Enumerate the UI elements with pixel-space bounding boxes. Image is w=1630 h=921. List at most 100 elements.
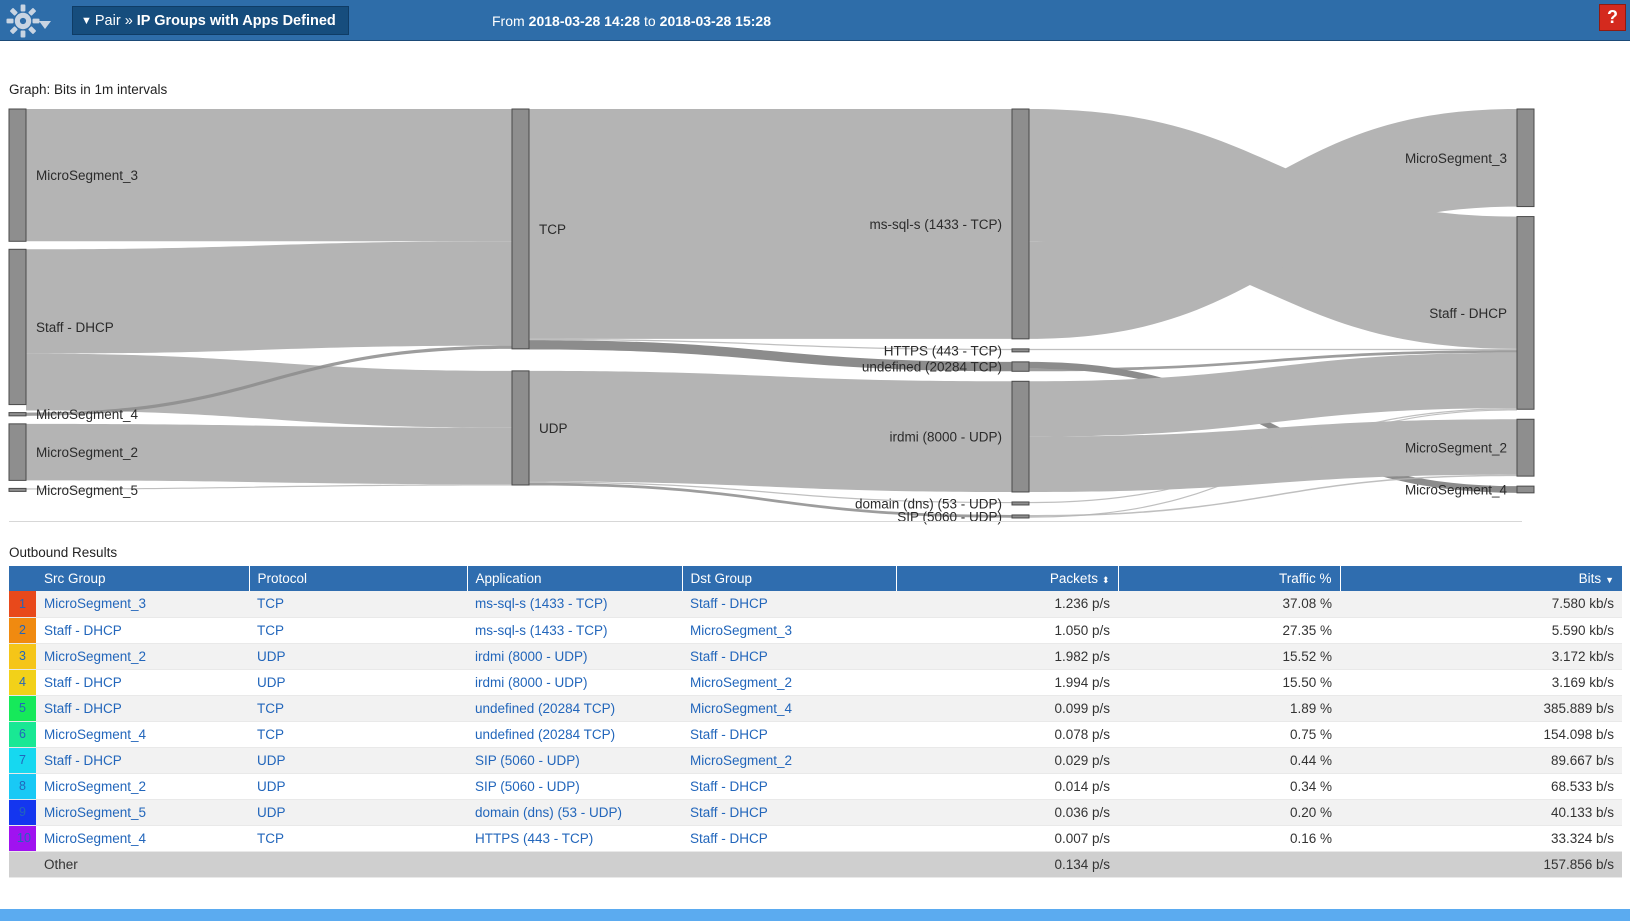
dst-group-cell[interactable]: Staff - DHCP (682, 721, 896, 748)
sankey-node[interactable] (1011, 501, 1030, 506)
sort-both-icon[interactable]: ⬍ (1102, 576, 1110, 585)
sankey-node[interactable] (1516, 216, 1535, 410)
column-header-dst-group[interactable]: Dst Group (682, 566, 897, 591)
sankey-node[interactable] (8, 487, 27, 492)
protocol-cell[interactable]: UDP (249, 643, 467, 670)
table-row[interactable]: 5 Staff - DHCP TCP undefined (20284 TCP) Mic… (9, 695, 1622, 722)
sankey-node[interactable] (1011, 348, 1030, 353)
application-cell[interactable]: undefined (20284 TCP) (467, 695, 682, 722)
breadcrumb-caret-icon[interactable]: ▼ (81, 15, 92, 27)
dst-group-cell[interactable]: Staff - DHCP (682, 773, 896, 800)
breadcrumb[interactable]: ▼ Pair » IP Groups with Apps Defined (72, 6, 349, 35)
app-header: ▼ Pair » IP Groups with Apps Defined Fro… (0, 0, 1630, 41)
table-row[interactable]: 2 Staff - DHCP TCP ms-sql-s (1433 - TCP) Mic… (9, 617, 1622, 644)
horizontal-scrollbar[interactable] (0, 909, 1630, 921)
src-group-cell[interactable]: Staff - DHCP (36, 617, 249, 644)
table-row[interactable]: 8 MicroSegment_2 UDP SIP (5060 - UDP) Staff … (9, 773, 1622, 800)
help-button[interactable]: ? (1599, 4, 1626, 31)
sankey-node[interactable] (8, 423, 27, 481)
protocol-cell[interactable]: TCP (249, 617, 467, 644)
protocol-cell[interactable]: TCP (249, 825, 467, 852)
sankey-node-label: UDP (539, 421, 568, 436)
column-header-src-group[interactable]: Src Group (36, 566, 250, 591)
other-row-value: 0.134 p/s (896, 851, 1118, 878)
gear-icon[interactable] (6, 4, 40, 38)
src-group-cell[interactable]: MicroSegment_5 (36, 799, 249, 826)
packets-cell: 1.050 p/s (896, 617, 1118, 644)
dst-group-cell[interactable]: MicroSegment_3 (682, 617, 896, 644)
protocol-cell[interactable]: UDP (249, 773, 467, 800)
application-cell[interactable]: ms-sql-s (1433 - TCP) (467, 591, 682, 618)
breadcrumb-root[interactable]: Pair (95, 13, 121, 29)
sankey-link[interactable] (1029, 348, 1517, 351)
sankey-node[interactable] (8, 412, 27, 417)
application-cell[interactable]: ms-sql-s (1433 - TCP) (467, 617, 682, 644)
settings-menu-button[interactable] (6, 3, 62, 39)
src-group-cell[interactable]: MicroSegment_2 (36, 773, 249, 800)
column-header-packets[interactable]: Packets ⬍ (896, 566, 1119, 591)
src-group-cell[interactable]: Staff - DHCP (36, 669, 249, 696)
table-row[interactable]: 9 MicroSegment_5 UDP domain (dns) (53 - UDP… (9, 799, 1622, 826)
src-group-cell[interactable]: Staff - DHCP (36, 747, 249, 774)
protocol-cell[interactable]: TCP (249, 695, 467, 722)
application-cell[interactable]: SIP (5060 - UDP) (467, 747, 682, 774)
column-header-protocol[interactable]: Protocol (249, 566, 468, 591)
dst-group-cell[interactable]: Staff - DHCP (682, 591, 896, 618)
table-row[interactable]: 3 MicroSegment_2 UDP irdmi (8000 - UDP) Staf… (9, 643, 1622, 670)
application-cell[interactable]: undefined (20284 TCP) (467, 721, 682, 748)
protocol-cell[interactable]: UDP (249, 669, 467, 696)
table-row[interactable]: 10 MicroSegment_4 TCP HTTPS (443 - TCP) Staf… (9, 825, 1622, 852)
chevron-down-icon[interactable] (38, 20, 52, 30)
time-range-from-value[interactable]: 2018-03-28 14:28 (529, 13, 640, 29)
time-range-display[interactable]: From 2018-03-28 14:28 to 2018-03-28 15:2… (492, 0, 771, 41)
table-row[interactable]: 4 Staff - DHCP UDP irdmi (8000 - UDP) MicroS… (9, 669, 1622, 696)
time-range-to-value[interactable]: 2018-03-28 15:28 (660, 13, 771, 29)
sankey-node[interactable] (1516, 485, 1535, 494)
dst-group-cell[interactable]: Staff - DHCP (682, 643, 896, 670)
protocol-cell[interactable]: TCP (249, 721, 467, 748)
src-group-cell[interactable]: MicroSegment_2 (36, 643, 249, 670)
sankey-node-label: TCP (539, 222, 566, 237)
table-row[interactable]: 1 MicroSegment_3 TCP ms-sql-s (1433 - TCP) S… (9, 591, 1622, 618)
sankey-node[interactable] (511, 108, 530, 350)
traffic-percent-cell: 27.35 % (1118, 617, 1340, 644)
packets-cell: 0.029 p/s (896, 747, 1118, 774)
sankey-node[interactable] (511, 370, 530, 486)
dst-group-cell[interactable]: Staff - DHCP (682, 799, 896, 826)
table-row[interactable]: 7 Staff - DHCP UDP SIP (5060 - UDP) MicroSeg… (9, 747, 1622, 774)
protocol-cell[interactable]: UDP (249, 747, 467, 774)
traffic-percent-cell: 0.75 % (1118, 721, 1340, 748)
sankey-node[interactable] (8, 248, 27, 406)
application-cell[interactable]: SIP (5060 - UDP) (467, 773, 682, 800)
column-header-application[interactable]: Application (467, 566, 683, 591)
sankey-node[interactable] (1516, 108, 1535, 208)
protocol-cell[interactable]: UDP (249, 799, 467, 826)
column-header-bits[interactable]: Bits ▼ (1340, 566, 1622, 591)
column-header-traffic[interactable]: Traffic % (1118, 566, 1341, 591)
protocol-cell[interactable]: TCP (249, 591, 467, 618)
sankey-node[interactable] (8, 108, 27, 242)
dst-group-cell[interactable]: MicroSegment_2 (682, 669, 896, 696)
sankey-diagram[interactable]: MicroSegment_3 Staff - DHCP MicroSegment_4… (0, 105, 1630, 525)
sankey-node[interactable] (1516, 418, 1535, 477)
dst-group-cell[interactable]: MicroSegment_2 (682, 747, 896, 774)
sankey-node[interactable] (1011, 514, 1030, 519)
application-cell[interactable]: HTTPS (443 - TCP) (467, 825, 682, 852)
src-group-cell[interactable]: MicroSegment_4 (36, 721, 249, 748)
table-row[interactable]: 6 MicroSegment_4 TCP undefined (20284 TCP) S… (9, 721, 1622, 748)
application-cell[interactable]: irdmi (8000 - UDP) (467, 669, 682, 696)
breadcrumb-leaf[interactable]: IP Groups with Apps Defined (137, 13, 336, 29)
sankey-node[interactable] (1011, 108, 1030, 340)
sort-desc-icon[interactable]: ▼ (1605, 576, 1614, 585)
sankey-node[interactable] (1011, 361, 1030, 372)
src-group-cell[interactable]: MicroSegment_3 (36, 591, 249, 618)
sankey-link[interactable] (26, 241, 512, 354)
dst-group-cell[interactable]: Staff - DHCP (682, 825, 896, 852)
application-cell[interactable]: domain (dns) (53 - UDP) (467, 799, 682, 826)
dst-group-cell[interactable]: MicroSegment_4 (682, 695, 896, 722)
sankey-node[interactable] (1011, 380, 1030, 493)
bits-cell: 40.133 b/s (1340, 799, 1622, 826)
src-group-cell[interactable]: MicroSegment_4 (36, 825, 249, 852)
src-group-cell[interactable]: Staff - DHCP (36, 695, 249, 722)
application-cell[interactable]: irdmi (8000 - UDP) (467, 643, 682, 670)
